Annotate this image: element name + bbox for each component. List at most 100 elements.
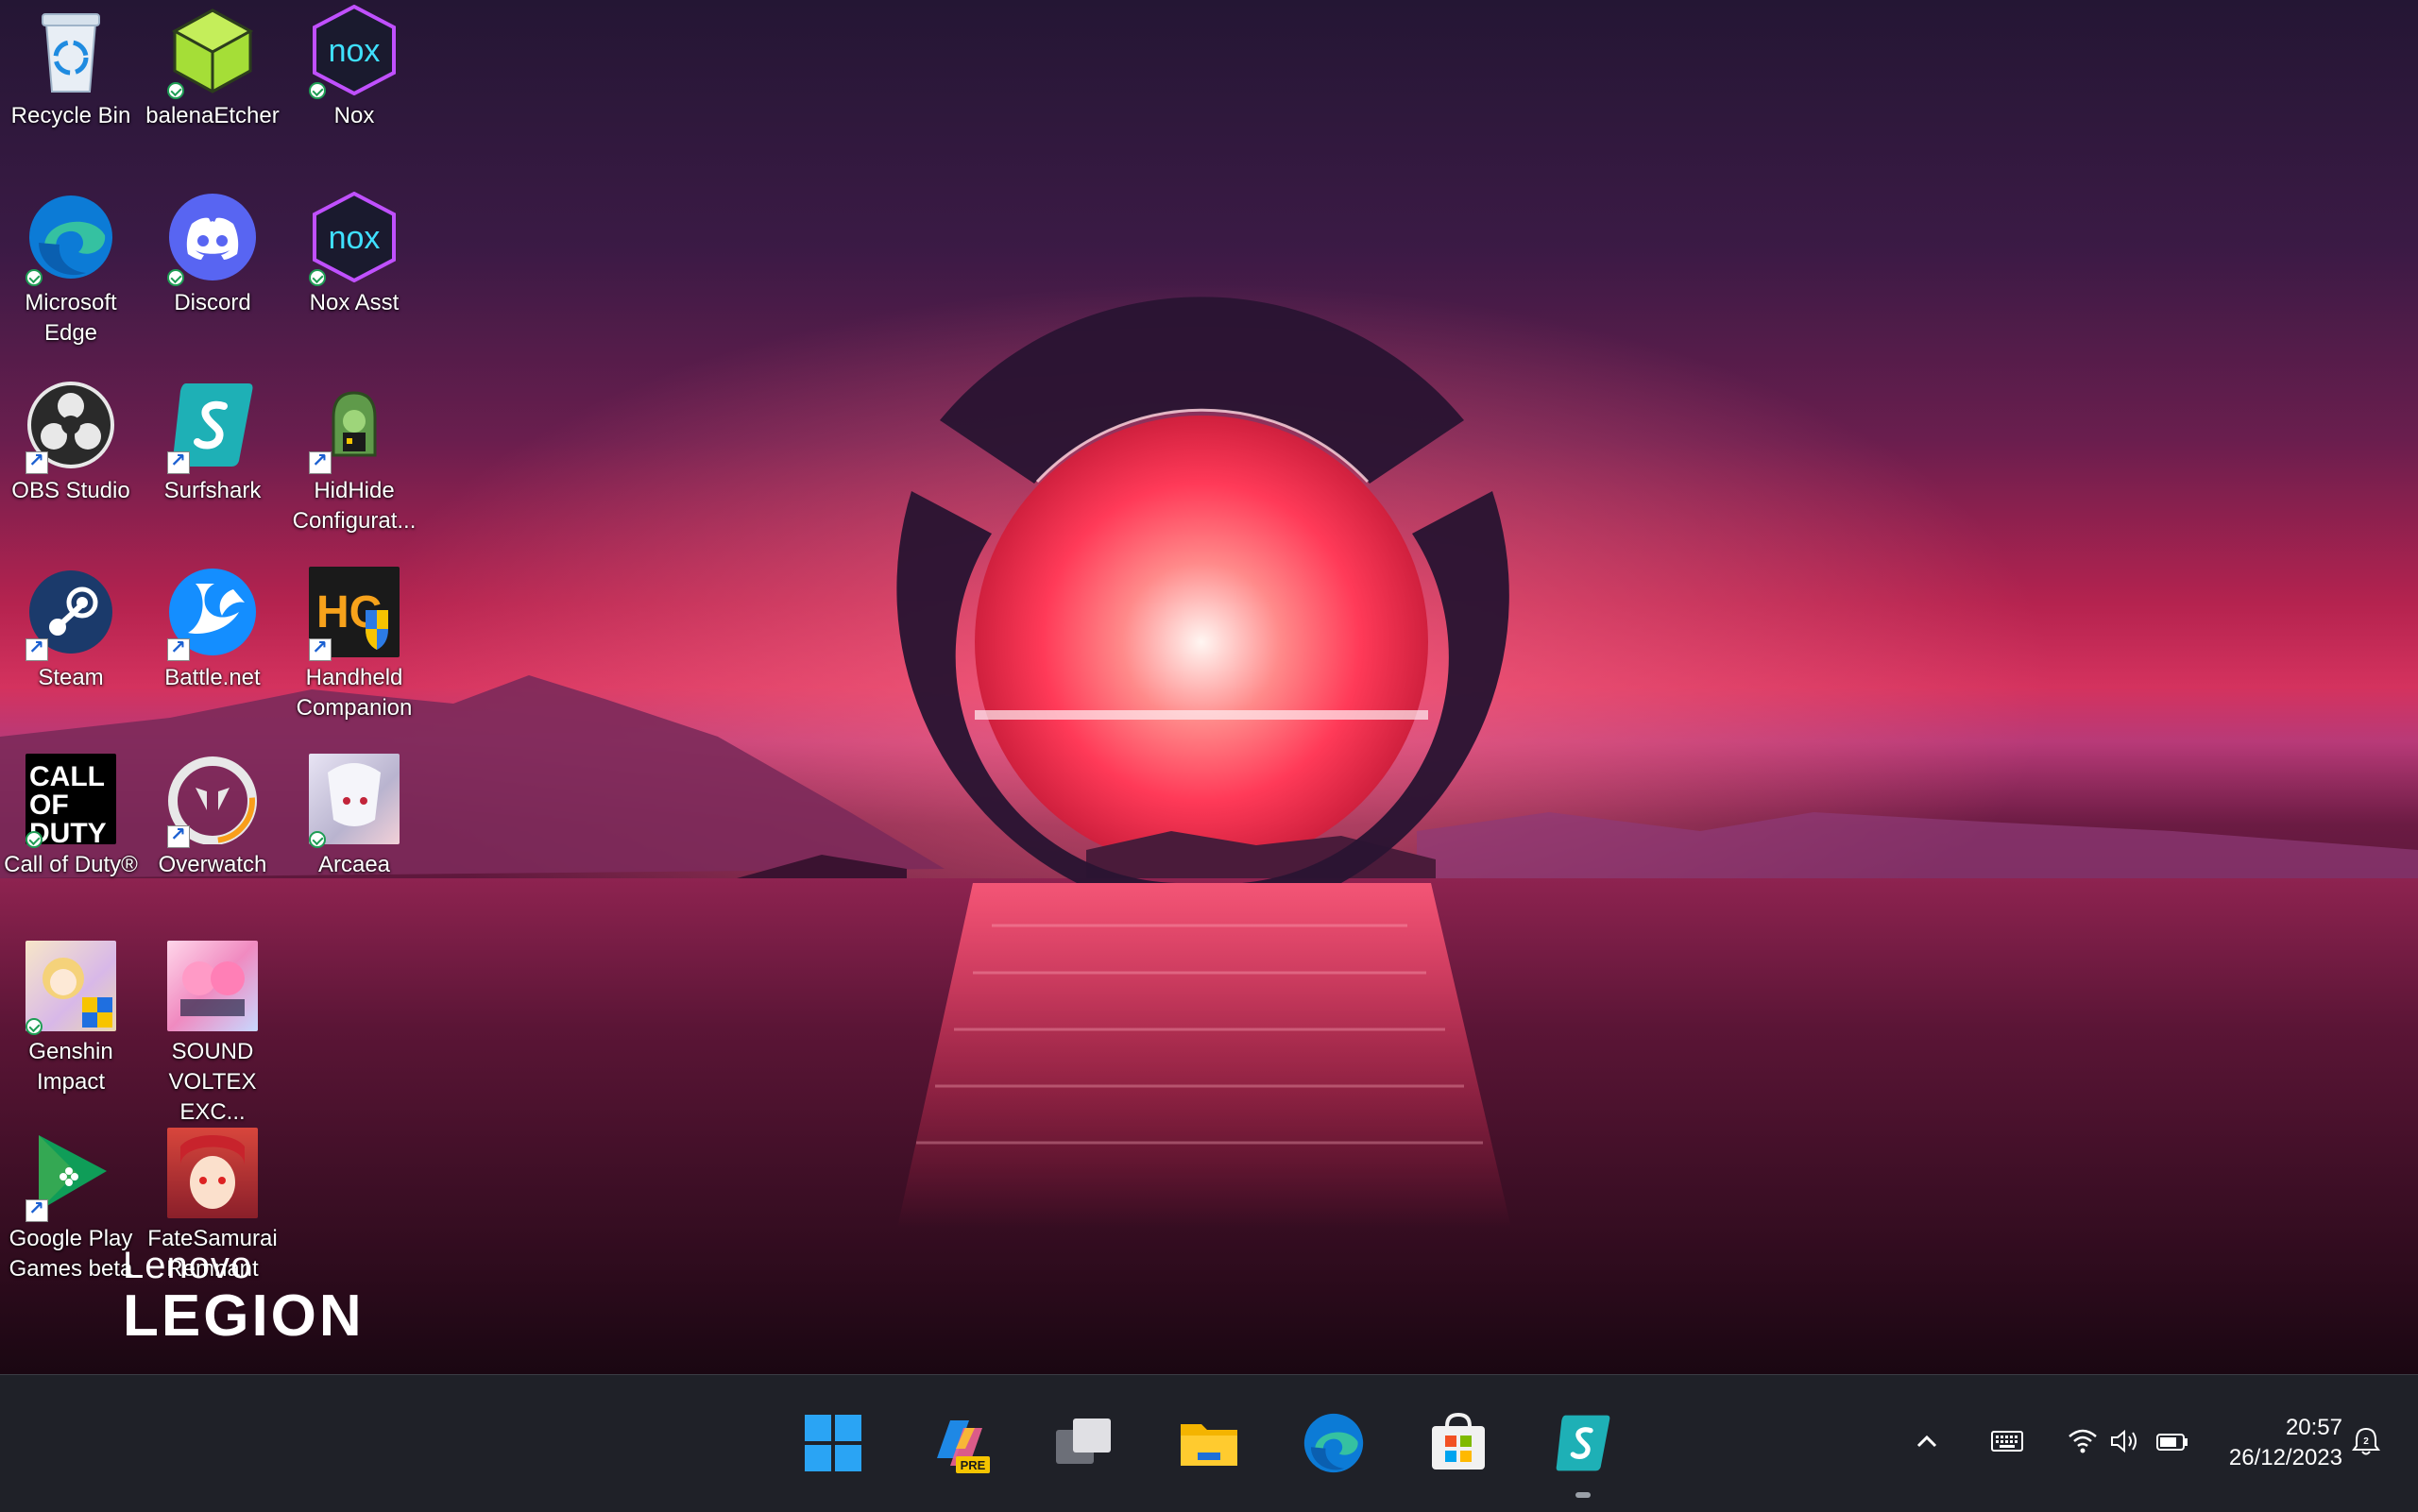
windows-icon [805,1415,861,1471]
task-view-icon [1056,1419,1111,1464]
running-indicator [1575,1492,1591,1498]
lenovo-legion-logo: Lenovo LEGION [123,1245,365,1347]
balena-etcher-icon [167,5,258,99]
notification-bell-icon: 2 [2352,1427,2380,1455]
sync-status-icon [26,269,43,286]
shortcut-arrow-icon [167,636,190,661]
nox-icon: nox [309,4,400,99]
edge-icon [1303,1413,1364,1473]
clock-date: 26/12/2023 [2228,1445,2342,1470]
shortcut-arrow-icon [167,449,190,474]
arcaea-icon [309,754,400,848]
sync-status-icon [309,82,326,99]
shortcut-arrow-icon [26,449,48,474]
desktop-icon-label: Surfshark [163,478,262,503]
desktop-icon-label: Handheld Companion [296,665,413,721]
desktop-icon-arcaea[interactable]: Arcaea [283,754,425,880]
battery-button[interactable] [2149,1413,2196,1470]
task-view-button[interactable] [1043,1402,1126,1485]
desktop-icon-discord[interactable]: Discord [142,192,283,318]
desktop-icon-google-play-games[interactable]: Google Play Games beta [0,1128,142,1284]
notification-count: 2 [2363,1436,2369,1447]
volume-button[interactable] [2102,1413,2149,1470]
handheld-companion-icon: HC [309,567,400,661]
desktop-icon-genshin-impact[interactable]: Genshin Impact [0,941,142,1097]
obs-icon [26,380,116,474]
desktop-icon-handheld-companion[interactable]: HC Handheld Companion [283,567,425,723]
folder-icon [1181,1424,1237,1466]
desktop-icon-battle-net[interactable]: Battle.net [142,567,283,693]
desktop-icon-label: Arcaea [317,852,391,877]
discord-icon [167,192,258,286]
call-of-duty-icon: CALL OF DUTY [26,754,116,848]
desktop-icon-steam[interactable]: Steam [0,567,142,693]
desktop-icon-hidhide[interactable]: HidHide Configurat... [283,380,425,536]
desktop-icon-label: Overwatch [158,852,267,877]
surfshark-taskbar-button[interactable] [1541,1402,1625,1498]
tray-overflow-button[interactable] [1903,1413,1950,1470]
store-button[interactable] [1417,1402,1500,1485]
clock[interactable]: 20:57 26/12/2023 [2229,1413,2342,1473]
sync-status-icon [26,831,43,848]
desktop-icon-label: Recycle Bin [10,103,131,128]
nox-asst-logo-text: nox [329,220,381,256]
desktop-icon-label: SOUND VOLTEX EXC... [168,1039,257,1125]
start-button[interactable] [792,1402,875,1485]
desktop-icon-sound-voltex[interactable]: SOUND VOLTEX EXC... [142,941,283,1128]
desktop-icon-label: Google Play Games beta [9,1226,133,1282]
notification-button[interactable]: 2 [2342,1413,2390,1470]
desktop-icon-obs-studio[interactable]: OBS Studio [0,380,142,506]
surfshark-icon [167,380,258,474]
desktop-icon-microsoft-edge[interactable]: Microsoft Edge [0,192,142,348]
desktop-icon-label: Genshin Impact [28,1039,113,1095]
desktop-icon-label: Nox [333,103,375,128]
chevron-up-icon [1916,1435,1937,1448]
desktop-icon-recycle-bin[interactable]: Recycle Bin [0,5,142,131]
desktop-icon-nox-asst[interactable]: nox Nox Asst [283,191,425,318]
battlenet-icon [167,567,258,661]
desktop-icon-balena-etcher[interactable]: balenaEtcher [142,5,283,131]
google-play-games-icon [26,1128,116,1222]
shortcut-arrow-icon [167,823,190,848]
shortcut-arrow-icon [309,636,332,661]
sound-voltex-icon [167,941,258,1031]
store-icon [1432,1412,1485,1470]
nox-asst-icon: nox [309,191,400,286]
brand-line-1: Lenovo [123,1245,253,1286]
battery-icon [2156,1434,2188,1451]
desktop-icon-label: Microsoft Edge [25,290,117,346]
edge-icon [26,192,116,286]
touch-keyboard-button[interactable] [1984,1413,2031,1470]
shortcut-arrow-icon [309,449,332,474]
brand-line-2: LEGION [123,1283,365,1349]
recycle-bin-icon [26,5,116,95]
sync-status-icon [26,1018,43,1035]
shortcut-arrow-icon [26,636,48,661]
sync-status-icon [167,269,184,286]
shortcut-arrow-icon [26,1197,48,1222]
desktop-icon-label: Steam [38,665,104,690]
desktop-icon-label: Nox Asst [309,290,400,315]
sync-status-icon [167,82,184,99]
nox-logo-text: nox [329,33,381,69]
desktop-icon-nox[interactable]: nox Nox [283,4,425,131]
copilot-button[interactable]: PRE [918,1402,1001,1485]
edge-taskbar-button[interactable] [1292,1402,1375,1485]
fate-samurai-icon [167,1128,258,1218]
copilot-badge-text: PRE [961,1458,986,1472]
desktop-icon-overwatch[interactable]: Overwatch [142,754,283,880]
desktop-icon-call-of-duty[interactable]: CALL OF DUTY Call of Duty® [0,754,142,880]
overwatch-icon [167,754,258,848]
file-explorer-button[interactable] [1167,1402,1251,1485]
desktop-icon-label: Discord [174,290,251,315]
desktop-icon-label: Battle.net [164,665,261,690]
genshin-icon [26,941,116,1035]
sync-status-icon [309,269,326,286]
desktop-icon-label: balenaEtcher [145,103,280,128]
hidhide-icon [309,380,400,474]
desktop-icon-surfshark[interactable]: Surfshark [142,380,283,506]
taskbar: PRE 20:57 26/12/2023 2 [0,1374,2418,1512]
network-button[interactable] [2059,1413,2106,1470]
desktop-icon-label: HidHide Configurat... [292,478,417,534]
volume-icon [2111,1429,2137,1453]
